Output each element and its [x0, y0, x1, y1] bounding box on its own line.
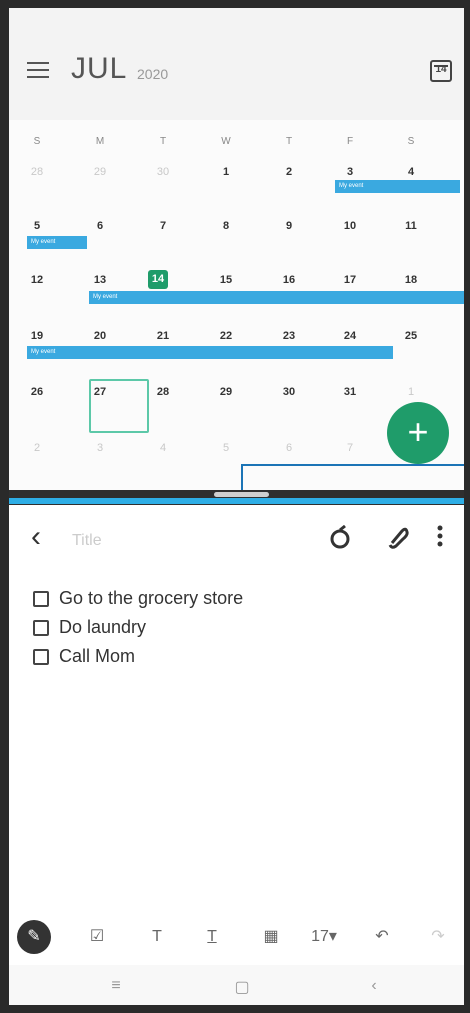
weekday-label: M	[95, 136, 105, 147]
calendar-day[interactable]: 7	[338, 442, 362, 454]
checklist-item[interactable]: Do laundry	[33, 617, 146, 638]
calendar-day[interactable]: 3	[88, 442, 112, 454]
calendar-day[interactable]: 18	[399, 274, 423, 286]
calendar-day[interactable]: 12	[25, 274, 49, 286]
calendar-day[interactable]: 29	[214, 386, 238, 398]
weekday-label: S	[33, 136, 41, 147]
weekday-label: W	[221, 136, 231, 147]
calendar-day[interactable]: 16	[277, 274, 301, 286]
more-vert-icon[interactable]	[437, 525, 443, 553]
checkbox-icon[interactable]	[33, 649, 49, 666]
event-bar[interactable]: My event	[89, 291, 464, 304]
font-size-selector[interactable]: 17▾	[307, 920, 341, 954]
calendar-day[interactable]: 19	[25, 330, 49, 342]
calendar-day[interactable]: 11	[399, 220, 423, 232]
checklist-item[interactable]: Call Mom	[33, 646, 135, 667]
calendar-day[interactable]: 31	[338, 386, 362, 398]
calendar-day[interactable]: 8	[214, 220, 238, 232]
text-format-icon[interactable]: T̲	[195, 920, 229, 954]
calendar-day[interactable]: 5	[214, 442, 238, 454]
checklist-item-text[interactable]: Go to the grocery store	[59, 588, 243, 608]
calendar-day[interactable]: 28	[25, 166, 49, 178]
calendar-day[interactable]: 6	[88, 220, 112, 232]
year-label: 2020	[137, 66, 169, 82]
calendar-day[interactable]: 17	[338, 274, 362, 286]
title-input[interactable]: Title	[72, 532, 102, 550]
calendar-day[interactable]: 21	[151, 330, 175, 342]
text-style-icon[interactable]: T	[140, 920, 174, 954]
weekday-label: F	[346, 136, 354, 147]
checkbox-icon[interactable]	[33, 620, 49, 637]
system-nav-bar: ≡ ▢ ‹	[9, 965, 464, 1005]
checklist-item[interactable]: Go to the grocery store	[33, 588, 243, 609]
calendar-app: JUL 2020 14 S M T W T F S 28 29 30 1 2 3…	[9, 8, 464, 490]
calendar-day[interactable]: 6	[277, 442, 301, 454]
event-bar[interactable]: My event	[335, 180, 460, 193]
calendar-header: JUL 2020 14	[9, 8, 464, 120]
reminder-icon[interactable]	[329, 524, 351, 555]
nav-back-icon[interactable]: ‹	[359, 977, 389, 995]
back-icon[interactable]: ‹	[31, 522, 41, 552]
calendar-day[interactable]: 3	[338, 166, 362, 178]
event-bar[interactable]: My event	[27, 236, 87, 249]
calendar-day[interactable]: 5	[25, 220, 49, 232]
calendar-day[interactable]: 10	[338, 220, 362, 232]
calendar-day[interactable]: 29	[88, 166, 112, 178]
calendar-day[interactable]: 23	[277, 330, 301, 342]
menu-icon[interactable]	[27, 62, 49, 80]
calendar-day[interactable]: 30	[277, 386, 301, 398]
add-event-button[interactable]: +	[387, 402, 449, 464]
redo-icon[interactable]: ↷	[421, 920, 455, 954]
weekday-label: T	[159, 136, 167, 147]
notes-app: ‹ Title Go to the grocery store Do laund…	[9, 505, 464, 1005]
calendar-day[interactable]: 2	[25, 442, 49, 454]
calendar-day[interactable]: 7	[151, 220, 175, 232]
table-icon[interactable]: ▦	[254, 920, 288, 954]
formatting-toolbar: ✎ ☑ T T̲ ▦ 17▾ ↶ ↷	[9, 920, 464, 960]
weekday-label: S	[407, 136, 415, 147]
calendar-day[interactable]: 4	[151, 442, 175, 454]
recents-icon[interactable]: ≡	[101, 977, 131, 995]
checklist-item-text[interactable]: Call Mom	[59, 646, 135, 666]
month-label[interactable]: JUL	[71, 52, 127, 86]
calendar-day[interactable]: 20	[88, 330, 112, 342]
calendar-day[interactable]: 27	[88, 386, 112, 398]
calendar-day[interactable]: 26	[25, 386, 49, 398]
calendar-day[interactable]: 22	[214, 330, 238, 342]
calendar-day[interactable]: 28	[151, 386, 175, 398]
calendar-day[interactable]: 15	[214, 274, 238, 286]
calendar-day[interactable]: 1	[214, 166, 238, 178]
calendar-day[interactable]: 1	[399, 386, 423, 398]
calendar-icon[interactable]: 14	[430, 60, 452, 82]
calendar-day[interactable]: 24	[338, 330, 362, 342]
calendar-day[interactable]: 30	[151, 166, 175, 178]
event-bar[interactable]: My event	[27, 346, 393, 359]
checklist-item-text[interactable]: Do laundry	[59, 617, 146, 637]
split-divider-highlight	[9, 498, 464, 504]
font-size-label: 17	[311, 928, 329, 945]
paperclip-icon[interactable]	[387, 525, 409, 555]
device-screen: JUL 2020 14 S M T W T F S 28 29 30 1 2 3…	[9, 8, 464, 1005]
split-handle[interactable]	[214, 492, 269, 497]
pen-icon[interactable]: ✎	[17, 920, 51, 954]
undo-icon[interactable]: ↶	[365, 920, 399, 954]
weekday-label: T	[285, 136, 293, 147]
home-icon[interactable]: ▢	[227, 977, 257, 997]
calendar-day[interactable]: 25	[399, 330, 423, 342]
checkbox-icon[interactable]	[33, 591, 49, 608]
today-marker[interactable]: 14	[148, 270, 168, 289]
calendar-day[interactable]: 13	[88, 274, 112, 286]
calendar-day[interactable]: 4	[399, 166, 423, 178]
calendar-day[interactable]: 9	[277, 220, 301, 232]
calendar-day[interactable]: 2	[277, 166, 301, 178]
checkbox-icon[interactable]: ☑	[80, 920, 114, 954]
